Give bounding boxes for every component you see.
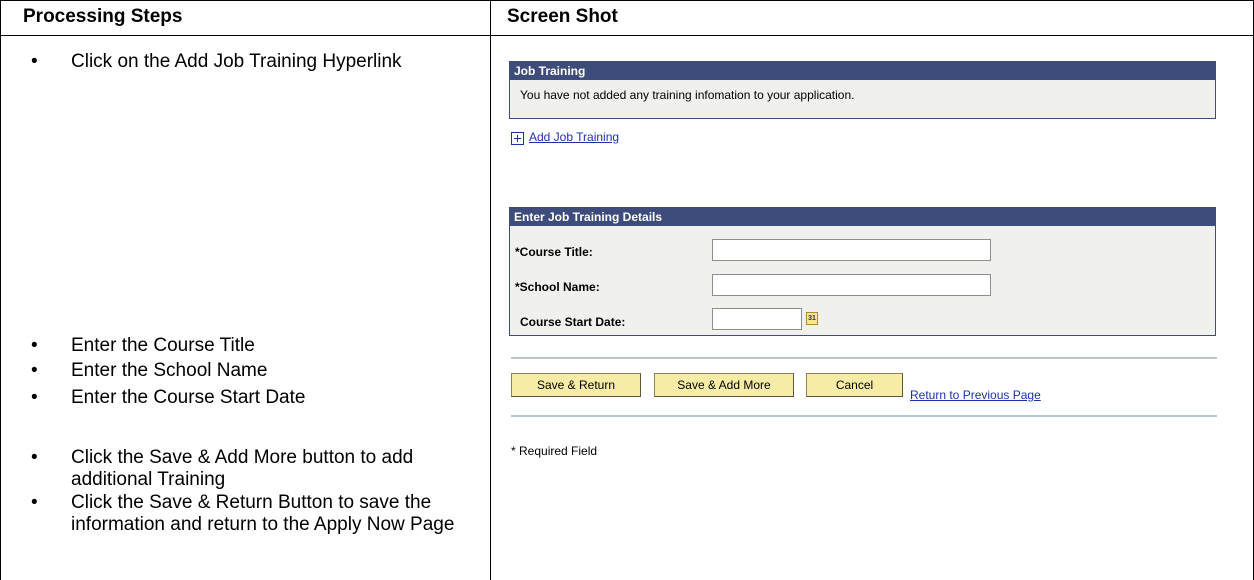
document-table: Processing Steps Screen Shot • Click on … [0, 0, 1254, 580]
course-start-date-label: Course Start Date: [520, 315, 626, 329]
header-row-divider [0, 35, 1254, 36]
save-add-more-button[interactable]: Save & Add More [654, 373, 794, 397]
bullet-marker: • [31, 387, 38, 408]
cancel-button[interactable]: Cancel [806, 373, 903, 397]
table-top-border [0, 0, 1254, 1]
bullet-marker: • [31, 447, 38, 468]
column-header-processing-steps: Processing Steps [23, 6, 183, 27]
step-text: Enter the Course Start Date [71, 387, 306, 408]
school-name-label: *School Name: [515, 280, 600, 294]
school-name-input[interactable] [712, 274, 991, 296]
no-training-message: You have not added any training infomati… [520, 88, 855, 102]
step-text: Click the Save & Return Button to save t… [71, 492, 455, 535]
add-plus-icon[interactable] [511, 132, 524, 145]
bullet-marker: • [31, 360, 38, 381]
divider-top [511, 357, 1217, 359]
step-text: Enter the School Name [71, 360, 268, 381]
step-text: Enter the Course Title [71, 335, 255, 356]
calendar-icon[interactable]: 31 [806, 312, 818, 325]
job-training-panel-title: Job Training [510, 62, 1215, 80]
job-training-panel: Job Training You have not added any trai… [509, 61, 1216, 119]
course-title-label: *Course Title: [515, 245, 593, 259]
bullet-marker: • [31, 492, 38, 513]
save-return-button[interactable]: Save & Return [511, 373, 641, 397]
add-job-training-link[interactable]: Add Job Training [529, 130, 619, 144]
divider-bottom [511, 415, 1217, 417]
return-to-previous-page-link[interactable]: Return to Previous Page [910, 388, 1041, 402]
bullet-marker: • [31, 335, 38, 356]
step-text: Click the Save & Add More button to add … [71, 447, 414, 490]
details-panel-title: Enter Job Training Details [510, 208, 1215, 226]
bullet-marker: • [31, 51, 38, 72]
column-divider [490, 0, 491, 580]
required-field-note: * Required Field [511, 444, 598, 458]
course-start-date-input[interactable] [712, 308, 802, 330]
job-training-panel-body: You have not added any training infomati… [510, 80, 1215, 118]
course-title-input[interactable] [712, 239, 991, 261]
table-left-border [0, 0, 1, 580]
step-text: Click on the Add Job Training Hyperlink [71, 51, 402, 72]
column-header-screen-shot: Screen Shot [507, 6, 618, 27]
